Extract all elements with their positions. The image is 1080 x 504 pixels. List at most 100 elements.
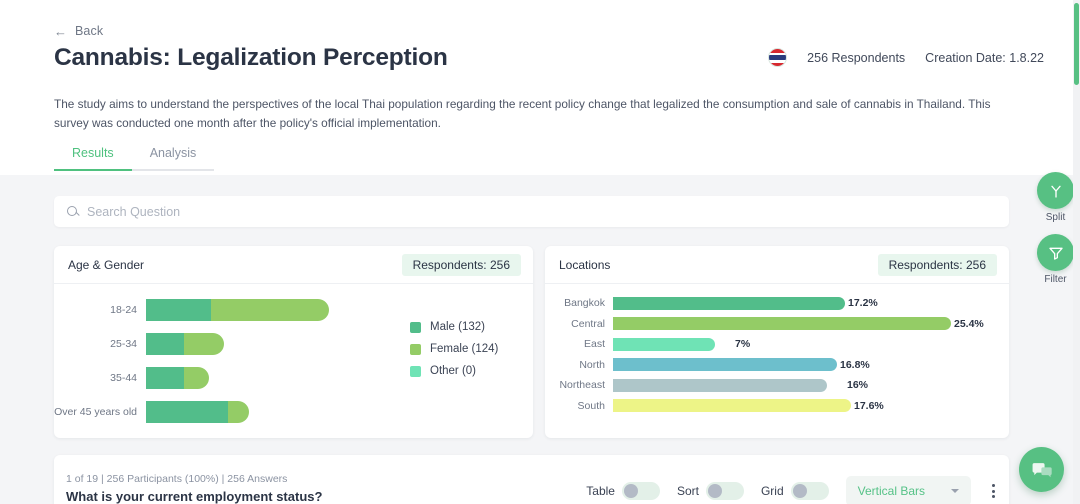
- age-gender-row-label: 25-34: [110, 338, 137, 350]
- search-icon: [67, 205, 79, 218]
- locations-bar-value: 16.8%: [840, 358, 870, 371]
- respondents-count: 256 Respondents: [807, 50, 906, 65]
- age-gender-bar[interactable]: [146, 367, 209, 389]
- chart-type-select[interactable]: Vertical Bars: [845, 476, 971, 504]
- locations-row-label: East: [583, 338, 605, 351]
- split-button[interactable]: [1037, 172, 1074, 209]
- age-gender-bar-male-segment: [146, 299, 211, 321]
- floating-actions: Split Filter: [1037, 172, 1074, 285]
- question-text: What is your current employment status?: [66, 489, 323, 504]
- legend-swatch-icon: [410, 343, 421, 355]
- tab-results[interactable]: Results: [54, 146, 132, 171]
- sort-toggle-group[interactable]: Sort: [677, 482, 744, 500]
- age-gender-row: 25-34: [54, 327, 384, 361]
- legend-label: Female (124): [430, 343, 499, 355]
- locations-bar[interactable]: [613, 378, 827, 392]
- filter-icon: [1048, 247, 1063, 260]
- locations-bar[interactable]: [613, 399, 851, 413]
- age-gender-respondents-badge: Respondents: 256: [401, 253, 521, 276]
- age-gender-bar-female-segment: [228, 401, 249, 423]
- age-gender-row-label: 18-24: [110, 304, 137, 316]
- locations-bar-value: 17.6%: [854, 399, 884, 412]
- locations-row: Northeast 16%: [545, 375, 1009, 396]
- table-toggle-group[interactable]: Table: [586, 482, 660, 500]
- page-title: Cannabis: Legalization Perception: [54, 44, 448, 71]
- locations-bar[interactable]: [613, 317, 951, 331]
- filter-action[interactable]: Filter: [1037, 234, 1074, 285]
- age-gender-row: 18-24: [54, 293, 384, 327]
- age-gender-row: Over 45 years old: [54, 395, 384, 429]
- age-gender-chart: 18-24 25-34 35-44 Over 45 years old Male (1…: [54, 284, 533, 438]
- grid-toggle-group[interactable]: Grid: [761, 482, 829, 500]
- locations-bar[interactable]: [613, 358, 837, 372]
- survey-results-page: ← Back Cannabis: Legalization Perception…: [0, 0, 1080, 504]
- locations-row-label: Northeast: [559, 379, 605, 392]
- locations-bar-value: 16%: [847, 379, 869, 392]
- question-controls: Table Sort Grid Vertical Bars: [586, 476, 999, 504]
- age-gender-row: 35-44: [54, 361, 384, 395]
- legend-item[interactable]: Male (132): [410, 321, 498, 333]
- split-icon: [1050, 185, 1061, 198]
- locations-row: North 16.8%: [545, 355, 1009, 376]
- locations-row: South 17.6%: [545, 396, 1009, 417]
- locations-row-label: Bangkok: [564, 297, 605, 310]
- locations-bar-value: 17.2%: [848, 297, 878, 310]
- filter-button[interactable]: [1037, 234, 1074, 271]
- tab-analysis[interactable]: Analysis: [131, 146, 215, 171]
- split-action[interactable]: Split: [1037, 172, 1074, 223]
- chat-support-button[interactable]: [1019, 447, 1064, 492]
- search-input[interactable]: [87, 204, 888, 219]
- header-meta: 256 Respondents Creation Date: 1.8.22: [768, 48, 1044, 67]
- more-options-button[interactable]: [988, 482, 999, 500]
- question-meta: 1 of 19 | 256 Participants (100%) | 256 …: [66, 473, 288, 485]
- chevron-down-icon: [951, 489, 959, 493]
- locations-bar[interactable]: [613, 337, 715, 351]
- legend-item[interactable]: Other (0): [410, 365, 498, 377]
- table-toggle[interactable]: [621, 482, 660, 500]
- sort-toggle[interactable]: [705, 482, 744, 500]
- age-gender-bar[interactable]: [146, 333, 224, 355]
- locations-chart: Bangkok 17.2% Central 25.4% East 7% North 16.8%…: [545, 284, 1009, 438]
- thailand-flag-icon: [768, 48, 788, 67]
- age-gender-bar[interactable]: [146, 401, 249, 423]
- age-gender-bar-female-segment: [184, 367, 209, 389]
- age-gender-card: Age & Gender Respondents: 256 18-24 25-34…: [54, 246, 533, 438]
- creation-date: Creation Date: 1.8.22: [925, 50, 1044, 65]
- page-scrollbar-thumb[interactable]: [1074, 3, 1079, 85]
- age-gender-legend: Male (132) Female (124) Other (0): [410, 321, 498, 387]
- back-label: Back: [75, 24, 104, 38]
- filter-label: Filter: [1044, 274, 1067, 285]
- legend-item[interactable]: Female (124): [410, 343, 498, 355]
- locations-row: Bangkok 17.2%: [545, 293, 1009, 314]
- legend-label: Male (132): [430, 321, 485, 333]
- legend-swatch-icon: [410, 321, 421, 333]
- age-gender-bar-male-segment: [146, 401, 228, 423]
- age-gender-bar-female-segment: [211, 299, 329, 321]
- locations-bar-value: 25.4%: [954, 317, 984, 330]
- grid-toggle-label: Grid: [760, 484, 784, 498]
- age-gender-card-header: Age & Gender Respondents: 256: [54, 246, 533, 284]
- locations-row-label: North: [579, 358, 605, 371]
- split-label: Split: [1045, 212, 1066, 223]
- locations-bar[interactable]: [613, 296, 845, 310]
- back-arrow-icon: ←: [54, 23, 67, 39]
- locations-bar-value: 7%: [735, 338, 751, 351]
- grid-toggle[interactable]: [790, 482, 829, 500]
- age-gender-row-label: 35-44: [110, 372, 137, 384]
- locations-row-label: South: [577, 399, 605, 412]
- page-scrollbar-track[interactable]: [1073, 0, 1080, 504]
- survey-description: The study aims to understand the perspec…: [54, 97, 991, 130]
- chart-type-value: Vertical Bars: [857, 484, 925, 498]
- back-button[interactable]: ← Back: [54, 24, 103, 38]
- age-gender-bar-female-segment: [184, 333, 224, 355]
- locations-row-label: Central: [571, 317, 605, 330]
- page-header: ← Back Cannabis: Legalization Perception…: [0, 0, 1080, 175]
- locations-row: East 7%: [545, 334, 1009, 355]
- age-gender-bar[interactable]: [146, 299, 329, 321]
- legend-swatch-icon: [410, 365, 421, 377]
- search-question-bar[interactable]: [54, 196, 1009, 227]
- locations-title: Locations: [559, 257, 611, 272]
- question-card: 1 of 19 | 256 Participants (100%) | 256 …: [54, 455, 1009, 504]
- locations-card-header: Locations Respondents: 256: [545, 246, 1009, 284]
- tab-bar: Results Analysis: [54, 146, 215, 171]
